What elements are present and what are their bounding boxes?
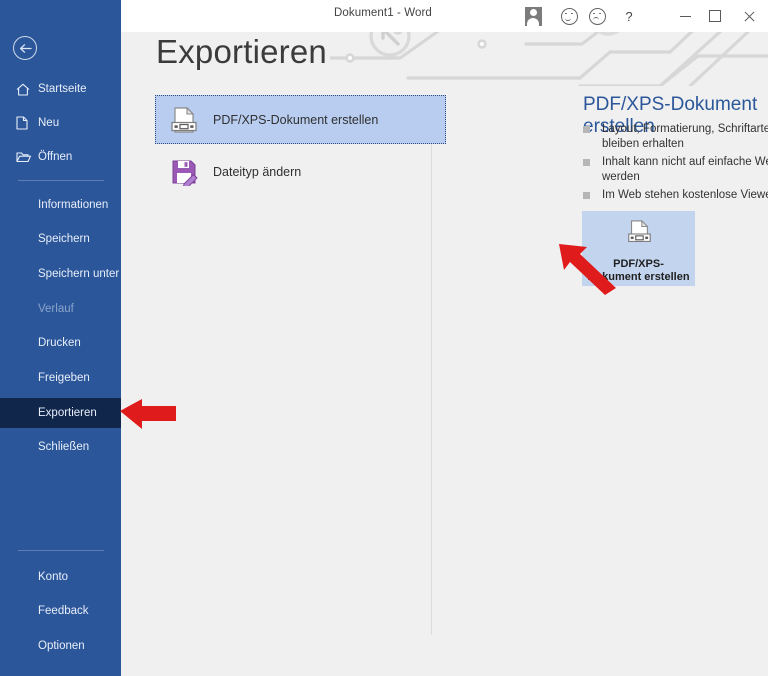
home-icon: [16, 83, 36, 96]
sidebar-item-label: Konto: [38, 571, 69, 583]
sidebar-item-neu[interactable]: Neu: [0, 110, 121, 136]
sidebar-item-label: Freigeben: [38, 372, 90, 384]
sidebar-item-schliessen[interactable]: Schließen: [0, 434, 121, 460]
sidebar-item-feedback[interactable]: Feedback: [0, 598, 121, 624]
sidebar-item-label: Verlauf: [38, 303, 74, 315]
sidebar-item-speichern[interactable]: Speichern: [0, 226, 121, 252]
detail-bullet: Im Web stehen kostenlose Viewer zur Verf…: [583, 188, 768, 203]
sidebar-item-oeffnen[interactable]: Öffnen: [0, 144, 121, 170]
account-icon[interactable]: [516, 0, 550, 32]
detail-bullet-text: Inhalt kann nicht auf einfache Weise geä…: [602, 156, 768, 183]
feedback-smile-icon[interactable]: [556, 0, 582, 32]
maximize-button[interactable]: [700, 0, 730, 32]
bullet-square-icon: [583, 192, 590, 199]
annotation-arrow-create-button: [559, 244, 616, 295]
pdf-document-icon: [167, 103, 201, 137]
arrow-left-icon: [19, 43, 32, 53]
sidebar-divider-top: [18, 180, 104, 181]
sidebar-item-speichern-unter[interactable]: Speichern unter: [0, 261, 121, 287]
sidebar-item-verlauf: Verlauf: [0, 296, 121, 322]
sidebar-item-startseite[interactable]: Startseite: [0, 76, 121, 102]
sidebar-divider-bottom: [18, 550, 104, 551]
command-label: PDF/XPS-Dokument erstellen: [213, 112, 379, 127]
sidebar-item-label: Speichern: [38, 233, 90, 245]
sidebar-item-optionen[interactable]: Optionen: [0, 633, 121, 659]
minimize-button[interactable]: [670, 0, 700, 32]
backstage-sidebar: Startseite Neu Öffnen Informationen Spei…: [0, 0, 121, 676]
sidebar-item-label: Neu: [38, 117, 60, 129]
page-icon: [16, 116, 36, 130]
detail-bullet-text: Layout, Formatierung, Schriftarten und B…: [602, 123, 768, 150]
sidebar-item-label: Schließen: [38, 441, 90, 453]
backstage-main: Exportieren PDF/XPS-Dokument erstellen D…: [121, 0, 768, 676]
sidebar-item-informationen[interactable]: Informationen: [0, 192, 121, 218]
detail-bullet: Inhalt kann nicht auf einfache Weise geä…: [583, 155, 768, 184]
sidebar-item-label: Drucken: [38, 337, 81, 349]
command-pdf-xps-erstellen[interactable]: PDF/XPS-Dokument erstellen: [155, 95, 446, 144]
sidebar-item-label: Speichern unter: [38, 268, 120, 280]
sidebar-item-konto[interactable]: Konto: [0, 564, 121, 590]
bullet-square-icon: [583, 159, 590, 166]
folder-open-icon: [16, 151, 36, 163]
sidebar-item-label: Optionen: [38, 640, 85, 652]
pdf-document-icon: [625, 219, 653, 254]
command-label: Dateityp ändern: [213, 164, 302, 179]
sidebar-item-label: Exportieren: [38, 407, 97, 419]
window-title: Dokument1 - Word: [334, 7, 432, 19]
detail-bullet: Layout, Formatierung, Schriftarten und B…: [583, 122, 768, 151]
close-button[interactable]: [734, 0, 764, 32]
floppy-pencil-icon: [167, 155, 201, 189]
sidebar-item-exportieren[interactable]: Exportieren: [0, 398, 121, 428]
sidebar-item-label: Informationen: [38, 199, 109, 211]
annotation-arrow-exportieren: [120, 399, 176, 429]
sidebar-item-label: Öffnen: [38, 151, 73, 163]
bullet-square-icon: [583, 126, 590, 133]
sidebar-item-drucken[interactable]: Drucken: [0, 330, 121, 356]
page-title: Exportieren: [156, 33, 327, 70]
feedback-frown-icon[interactable]: [584, 0, 610, 32]
sidebar-item-label: Feedback: [38, 605, 89, 617]
sidebar-item-freigeben[interactable]: Freigeben: [0, 365, 121, 391]
command-dateityp-aendern[interactable]: Dateityp ändern: [155, 147, 446, 196]
detail-bullet-text: Im Web stehen kostenlose Viewer zur Verf…: [602, 189, 768, 201]
help-icon[interactable]: ?: [616, 0, 642, 32]
back-button[interactable]: [13, 36, 37, 60]
sidebar-item-label: Startseite: [38, 83, 87, 95]
